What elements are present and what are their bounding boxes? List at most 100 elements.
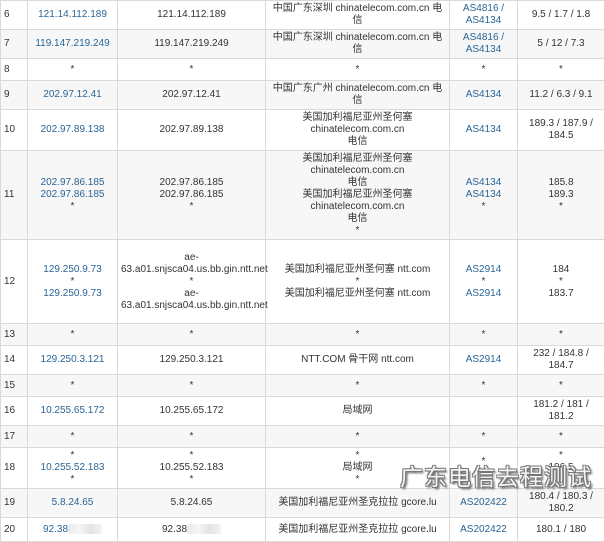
ip-link[interactable]: 10.255.65.172 [31,405,114,417]
geo-location: 美国加利福尼亚州圣何塞 ntt.com [269,264,446,276]
ip-link[interactable]: 129.250.9.73 [31,264,114,276]
as-number-link-cell[interactable]: AS202422 [450,489,518,518]
ip-link-cell[interactable]: *10.255.52.183* [28,448,118,489]
ip-link-cell[interactable]: 202.97.86.185202.97.86.185* [28,151,118,240]
hop-number: 18 [4,462,24,474]
as-number-link-cell[interactable]: AS2914 [450,346,518,375]
as-number-link[interactable]: AS4816 / [453,32,514,44]
ip-link-cell[interactable]: 202.97.89.138 [28,110,118,151]
ip-link-cell[interactable]: * [28,324,118,346]
as-number-link[interactable]: AS4816 / [453,3,514,15]
latency: 184 [521,264,601,276]
table-row: 13***** [1,324,604,346]
as-number-link: * [453,276,514,288]
hop-number: 16 [4,405,24,417]
ip-link-cell[interactable]: * [28,375,118,397]
ip-link[interactable]: 202.97.12.41 [31,89,114,101]
ip-link-cell[interactable]: * [28,426,118,448]
as-number-link-cell[interactable]: * [450,375,518,397]
ip-link[interactable]: 92.38 [43,524,68,535]
ip-link-cell[interactable]: 92.38 [28,518,118,542]
latency: 180.4 / 180.3 / [521,491,601,503]
hop-number-cell: 6 [1,1,28,30]
latency: 180.2 [521,503,601,515]
geo-location: 中国广东深圳 chinatelecom.com.cn 电信 [269,3,446,27]
ip-link[interactable]: 5.8.24.65 [31,497,114,509]
as-number-link-cell[interactable]: AS4134 [450,81,518,110]
geo-location-cell: 美国加利福尼亚州圣何塞 chinatelecom.com.cn电信美国加利福尼亚… [266,151,450,240]
hop-number: 9 [4,89,24,101]
ip-link-cell[interactable]: 129.250.3.121 [28,346,118,375]
ip-link: * [31,450,114,462]
as-number-link[interactable]: AS4134 [453,15,514,27]
as-number-link-cell[interactable] [450,397,518,426]
as-number-link[interactable]: AS4134 [453,124,514,136]
ip-link-cell[interactable]: 129.250.9.73*129.250.9.73 [28,240,118,324]
hostname-cell: 202.97.12.41 [118,81,266,110]
hostname: 119.147.219.249 [121,38,262,50]
ip-link-cell[interactable]: 121.14.112.189 [28,1,118,30]
as-number-link[interactable]: AS4134 [453,44,514,56]
ip-link[interactable]: 129.250.3.121 [31,354,114,366]
geo-location-cell: NTT.COM 骨干网 ntt.com [266,346,450,375]
ip-link-cell[interactable]: 5.8.24.65 [28,489,118,518]
as-number-link-cell[interactable]: AS4134AS4134* [450,151,518,240]
hop-number-cell: 18 [1,448,28,489]
latency-cell: 184*183.7 [518,240,604,324]
ip-link-cell[interactable]: 10.255.65.172 [28,397,118,426]
hostname: 202.97.86.185 [121,189,262,201]
ip-link-cell[interactable]: 202.97.12.41 [28,81,118,110]
geo-location-cell: 美国加利福尼亚州圣克拉拉 gcore.lu [266,518,450,542]
hostname: 5.8.24.65 [121,497,262,509]
hostname: 202.97.86.185 [121,177,262,189]
ip-link-cell[interactable]: * [28,59,118,81]
as-number-link[interactable]: AS2914 [453,264,514,276]
geo-location: 美国加利福尼亚州圣何塞 chinatelecom.com.cn [269,112,446,136]
as-number-link[interactable]: AS2914 [453,354,514,366]
as-number-link-cell[interactable]: AS2914*AS2914 [450,240,518,324]
ip-link[interactable]: 202.97.86.185 [31,189,114,201]
geo-location-cell: 美国加利福尼亚州圣克拉拉 gcore.lu [266,489,450,518]
as-number-link-cell[interactable]: * [450,426,518,448]
table-row: 15***** [1,375,604,397]
as-number-link-cell[interactable]: * [450,324,518,346]
geo-location: 美国加利福尼亚州圣何塞 chinatelecom.com.cn [269,189,446,213]
ip-link-cell[interactable]: 119.147.219.249 [28,30,118,59]
ip-link[interactable]: 121.14.112.189 [31,9,114,21]
hop-number-cell: 10 [1,110,28,151]
as-number-link[interactable]: AS202422 [453,524,514,536]
as-number-link-cell[interactable]: AS202422 [450,518,518,542]
latency-cell: * [518,426,604,448]
hostname: 202.97.12.41 [121,89,262,101]
as-number-link[interactable]: AS202422 [453,497,514,509]
as-number-link-cell[interactable]: AS4816 /AS4134 [450,1,518,30]
latency: 180.1 / 180 [521,524,601,536]
as-number-link[interactable]: AS4134 [453,177,514,189]
latency: * [521,276,601,288]
latency-cell: * [518,324,604,346]
ip-link[interactable]: 202.97.89.138 [31,124,114,136]
hop-number-cell: 17 [1,426,28,448]
ip-link: * [31,201,114,213]
hostname: 121.14.112.189 [121,9,262,21]
geo-location: 中国广东广州 chinatelecom.com.cn 电信 [269,83,446,107]
as-number-link[interactable]: AS4134 [453,189,514,201]
hostname: 10.255.65.172 [121,405,262,417]
ip-link[interactable]: 202.97.86.185 [31,177,114,189]
ip-link[interactable]: 129.250.9.73 [31,288,114,300]
as-number-link-cell[interactable]: * [450,59,518,81]
as-number-link-cell[interactable]: AS4134 [450,110,518,151]
as-number-link-cell[interactable]: AS4816 /AS4134 [450,30,518,59]
hostname-cell: 10.255.65.172 [118,397,266,426]
hostname-cell: 119.147.219.249 [118,30,266,59]
as-number-link[interactable]: AS2914 [453,288,514,300]
geo-location-cell: 美国加利福尼亚州圣何塞 chinatelecom.com.cn电信 [266,110,450,151]
hop-number-cell: 7 [1,30,28,59]
hostname: ae- [121,288,262,300]
latency: * [521,329,601,341]
ip-link[interactable]: 119.147.219.249 [31,38,114,50]
hostname: 92.38 [162,524,187,535]
ip-link[interactable]: 10.255.52.183 [31,462,114,474]
hop-number: 17 [4,431,24,443]
as-number-link[interactable]: AS4134 [453,89,514,101]
